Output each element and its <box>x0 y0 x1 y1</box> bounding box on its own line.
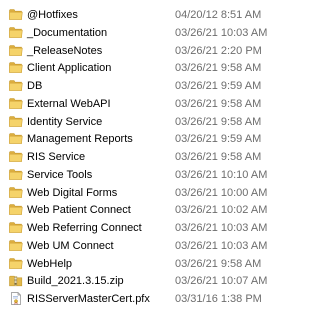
file-date-modified: 03/26/21 9:58 AM <box>175 151 262 163</box>
file-row[interactable]: RIS Service 03/26/21 9:58 AM <box>0 148 286 166</box>
file-date-modified: 03/26/21 10:02 AM <box>175 204 268 217</box>
folder-icon <box>9 61 23 74</box>
folder-icon <box>9 44 23 57</box>
file-row[interactable]: External WebAPI 03/26/21 9:58 AM <box>0 95 286 113</box>
file-name: _Documentation <box>27 26 108 39</box>
file-date-modified: 03/26/21 9:58 AM <box>175 257 262 270</box>
file-name: Web Referring Connect <box>27 222 142 234</box>
folder-icon <box>9 257 23 270</box>
file-row[interactable]: Build_2021.3.15.zip 03/26/21 10:07 AM <box>0 272 286 290</box>
folder-icon <box>9 239 23 252</box>
file-name: Web Digital Forms <box>27 186 118 199</box>
file-row[interactable]: _Documentation 03/26/21 10:03 AM <box>0 24 286 42</box>
file-name: _ReleaseNotes <box>27 44 103 57</box>
file-row[interactable]: Client Application 03/26/21 9:58 AM <box>0 59 286 77</box>
file-row[interactable]: _ReleaseNotes 03/26/21 2:20 PM <box>0 42 286 60</box>
file-name: Client Application <box>27 62 112 75</box>
file-row[interactable]: Web UM Connect 03/26/21 10:03 AM <box>0 237 286 255</box>
folder-icon <box>9 168 23 181</box>
file-date-modified: 03/26/21 10:03 AM <box>175 222 268 234</box>
file-date-modified: 03/26/21 10:10 AM <box>175 168 268 181</box>
file-row[interactable]: RISServerMasterCert.pfx 03/31/16 1:38 PM <box>0 290 286 308</box>
file-date-modified: 03/26/21 9:58 AM <box>175 62 262 75</box>
folder-icon <box>9 203 23 216</box>
file-name: Management Reports <box>27 133 133 146</box>
file-date-modified: 03/26/21 9:59 AM <box>175 133 262 146</box>
file-name: External WebAPI <box>27 97 111 110</box>
file-name: RISServerMasterCert.pfx <box>27 293 150 305</box>
folder-icon <box>9 26 23 39</box>
file-date-modified: 03/26/21 10:00 AM <box>175 186 268 199</box>
file-row[interactable]: DB 03/26/21 9:59 AM <box>0 77 286 95</box>
file-date-modified: 03/26/21 9:58 AM <box>175 97 262 110</box>
file-name: DB <box>27 80 43 92</box>
file-row[interactable]: Web Digital Forms 03/26/21 10:00 AM <box>0 184 286 202</box>
folder-icon <box>9 79 23 92</box>
file-name: Service Tools <box>27 168 93 181</box>
folder-icon <box>9 97 23 110</box>
file-name: @Hotfixes <box>27 9 78 21</box>
file-row[interactable]: Web Referring Connect 03/26/21 10:03 AM <box>0 219 286 237</box>
folder-icon <box>9 132 23 145</box>
zip-file-icon <box>9 274 23 287</box>
folder-icon <box>9 115 23 128</box>
file-row[interactable]: Identity Service 03/26/21 9:58 AM <box>0 113 286 131</box>
file-name: Web UM Connect <box>27 239 114 252</box>
folder-icon <box>9 150 23 163</box>
file-date-modified: 03/26/21 2:20 PM <box>175 44 262 57</box>
file-date-modified: 04/20/12 8:51 AM <box>175 9 262 21</box>
file-list: @Hotfixes 04/20/12 8:51 AM _Documentatio… <box>0 0 286 323</box>
file-date-modified: 03/31/16 1:38 PM <box>175 293 262 305</box>
file-name: WebHelp <box>27 257 73 270</box>
file-row[interactable]: Service Tools 03/26/21 10:10 AM <box>0 166 286 184</box>
file-date-modified: 03/26/21 9:59 AM <box>175 80 262 92</box>
file-name: Identity Service <box>27 115 103 128</box>
file-name: Build_2021.3.15.zip <box>27 275 124 288</box>
file-name: Web Patient Connect <box>27 204 131 217</box>
folder-icon <box>9 8 23 21</box>
file-row[interactable]: Web Patient Connect 03/26/21 10:02 AM <box>0 201 286 219</box>
certificate-file-icon <box>9 292 23 305</box>
file-row[interactable]: @Hotfixes 04/20/12 8:51 AM <box>0 6 286 24</box>
file-name: RIS Service <box>27 151 86 163</box>
folder-icon <box>9 221 23 234</box>
file-date-modified: 03/26/21 10:07 AM <box>175 275 268 288</box>
file-row[interactable]: WebHelp 03/26/21 9:58 AM <box>0 255 286 273</box>
file-date-modified: 03/26/21 9:58 AM <box>175 115 262 128</box>
file-date-modified: 03/26/21 10:03 AM <box>175 26 268 39</box>
file-date-modified: 03/26/21 10:03 AM <box>175 239 268 252</box>
file-row[interactable]: Management Reports 03/26/21 9:59 AM <box>0 130 286 148</box>
folder-icon <box>9 186 23 199</box>
